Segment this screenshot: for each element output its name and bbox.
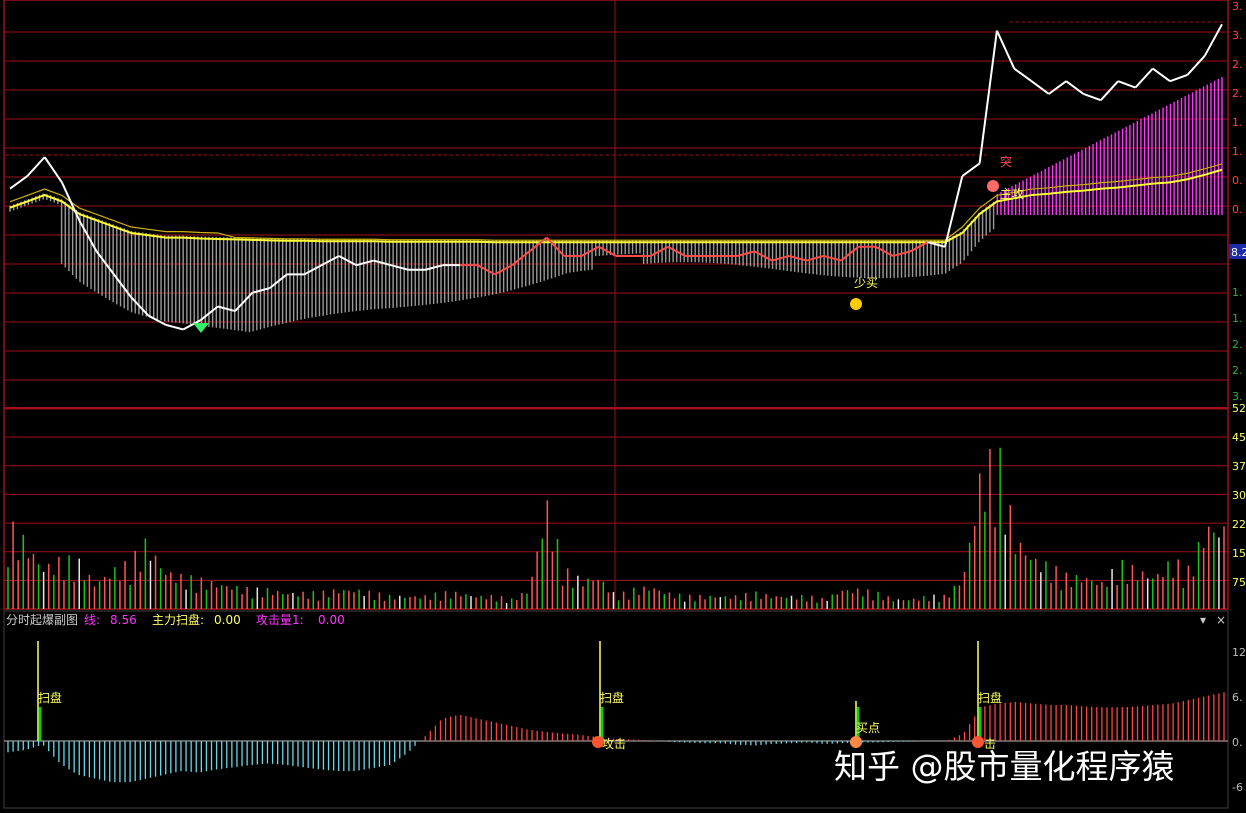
price-axis-label: 1.: [1232, 145, 1243, 158]
volume-axis-label: 75: [1232, 576, 1246, 589]
price-axis-label: 2.: [1232, 338, 1243, 351]
indicator-item-value: 8.56: [110, 613, 137, 627]
indicator-item-value: 0.00: [214, 613, 241, 627]
volume-axis-label: 52: [1232, 402, 1246, 415]
osc-axis-label: 0.: [1232, 736, 1243, 749]
volume-axis-label: 45: [1232, 431, 1246, 444]
main-attack-label: 主攻: [1000, 187, 1024, 201]
price-axis-label: 2.: [1232, 87, 1243, 100]
osc-axis-label: -6: [1232, 781, 1243, 794]
light-buy-marker: [850, 298, 862, 310]
volume-axis-label: 37: [1232, 460, 1246, 473]
indicator-title: 分时起爆副图: [6, 613, 78, 627]
price-badge-label: 8.2: [1231, 246, 1246, 259]
price-axis-label: 0.: [1232, 174, 1243, 187]
price-axis-label: 2.: [1232, 58, 1243, 71]
buy-point-label: 买点: [856, 721, 880, 735]
attack-label: 攻击: [602, 737, 626, 751]
intraday-chart: 突主攻少买扫盘 扫盘 扫盘攻击买点击3.3.2.2.1.1.0.0.8.21.1.2…: [0, 0, 1246, 813]
price-axis-label: 1.: [1232, 116, 1243, 129]
volume-axis-label: 22: [1232, 518, 1246, 531]
sweep-label: 扫盘: [600, 690, 624, 705]
close-icon: ×: [1216, 613, 1226, 627]
indicator-item-value: 0.00: [318, 613, 345, 627]
chart-stage: 突主攻 少买 扫盘 扫盘 扫盘 攻击 买点击 3. 3. 2. 2. 1. 1. 0. 0. 8.2 1. 1. 2…: [0, 0, 1246, 813]
light-buy-label: 少买: [854, 276, 878, 290]
breakout-label: 突: [1000, 154, 1012, 169]
osc-axis-label: 12: [1232, 646, 1246, 659]
sweep-label: 扫盘: [978, 690, 1002, 705]
breakout-marker: [987, 180, 999, 192]
collapse-icon: ▾: [1200, 613, 1206, 627]
sweep-label: 扫盘: [38, 690, 62, 705]
price-axis-label: 2.: [1232, 364, 1243, 377]
price-axis-label: 1.: [1232, 286, 1243, 299]
indicator-item-label: 线:: [84, 613, 100, 627]
volume-axis-label: 15: [1232, 547, 1246, 560]
price-axis-label: 3.: [1232, 29, 1243, 42]
indicator-item-label: 主力扫盘:: [152, 612, 204, 627]
price-axis-label: 3.: [1232, 0, 1243, 13]
price-axis-label: 1.: [1232, 312, 1243, 325]
volume-axis-label: 30: [1232, 489, 1246, 502]
attack-marker: [592, 736, 604, 748]
osc-axis-label: 6.: [1232, 691, 1243, 704]
watermark-text: 知乎 @股市量化程序猿: [834, 747, 1175, 786]
price-axis-label: 0.: [1232, 203, 1243, 216]
indicator-item-label: 攻击量1:: [256, 613, 304, 627]
